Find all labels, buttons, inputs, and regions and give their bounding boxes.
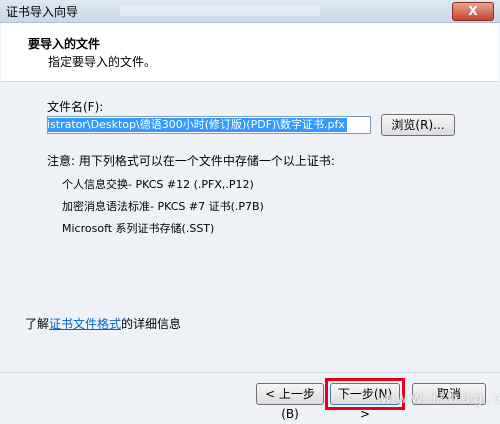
wizard-content: 文件名(F): istrator\Desktop\德语300小时(修订版)(PD… [1, 82, 499, 372]
format-item: 个人信息交换- PKCS #12 (.PFX,.P12) [62, 178, 254, 191]
browse-button[interactable]: 浏览(R)... [381, 114, 455, 136]
window-title: 证书导入向导 [6, 5, 79, 19]
file-name-value: istrator\Desktop\德语300小时(修订版)(PDF)\数字证书.… [47, 118, 347, 132]
page-title: 要导入的文件 [28, 37, 101, 51]
back-button[interactable]: < 上一步(B) [256, 383, 324, 421]
title-bar-blur [120, 6, 320, 16]
more-info-prefix: 了解 [25, 317, 50, 331]
page-subtitle: 指定要导入的文件。 [48, 55, 157, 69]
format-item: 加密消息语法标准- PKCS #7 证书(.P7B) [62, 200, 264, 213]
file-name-label: 文件名(F): [47, 100, 104, 114]
more-info-suffix: 的详细信息 [121, 317, 182, 331]
wizard-header: 要导入的文件 指定要导入的文件。 [1, 23, 499, 82]
title-bar: 证书导入向导 X [0, 0, 500, 23]
footer-divider [0, 372, 500, 373]
more-info-text: 了解证书文件格式的详细信息 [25, 315, 181, 332]
close-button[interactable]: X [452, 2, 494, 21]
cert-format-link[interactable]: 证书文件格式 [49, 317, 121, 331]
note-text: 注意: 用下列格式可以在一个文件中存储一个以上证书: [47, 154, 335, 168]
file-name-field[interactable]: istrator\Desktop\德语300小时(修订版)(PDF)\数字证书.… [47, 116, 371, 134]
watermark-text: www.itbug.c [380, 389, 500, 407]
format-item: Microsoft 系列证书存储(.SST) [62, 222, 215, 235]
